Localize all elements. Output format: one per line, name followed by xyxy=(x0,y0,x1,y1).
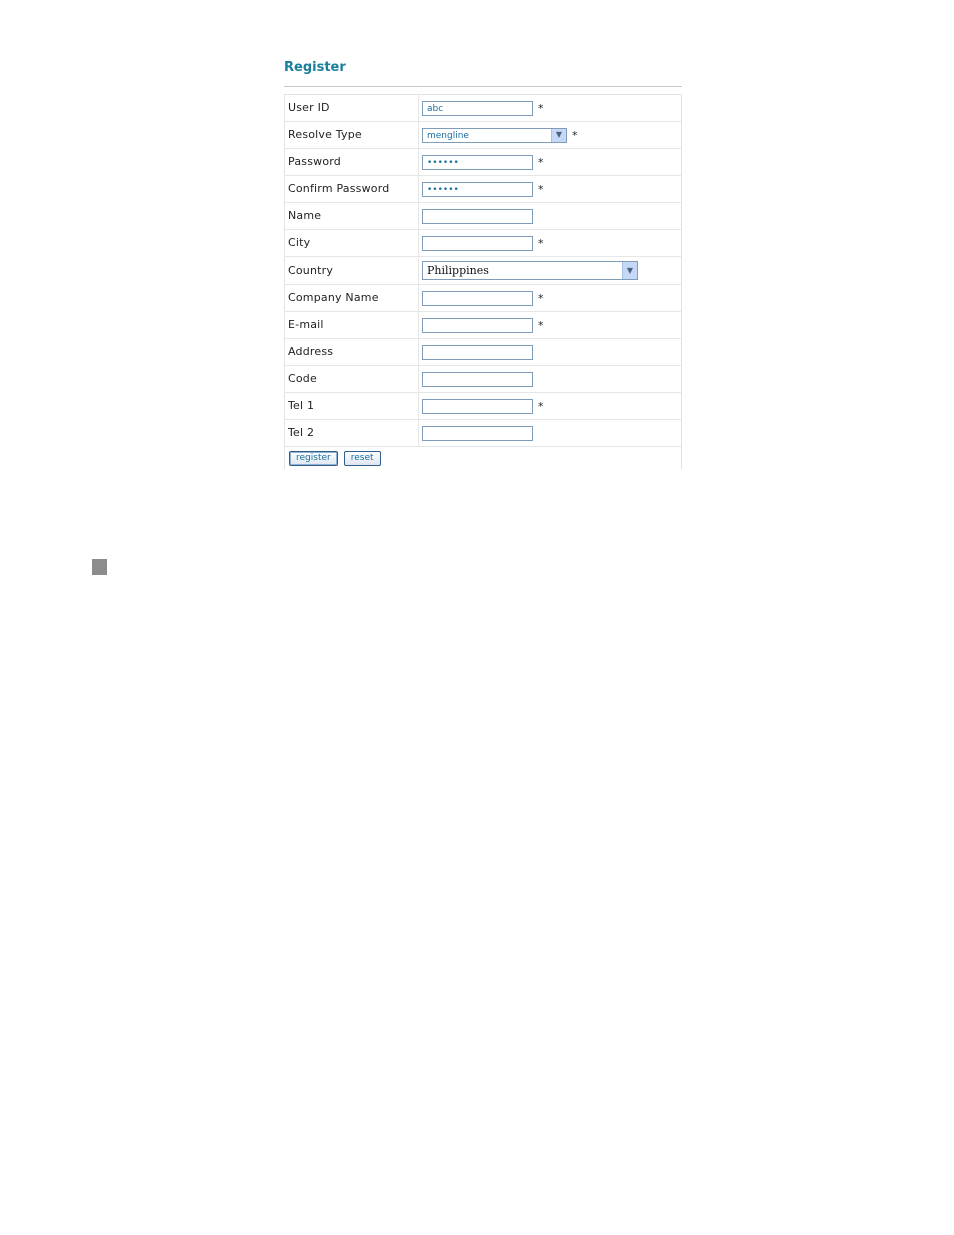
tel2-label: Tel 2 xyxy=(285,420,419,446)
required-mark: * xyxy=(538,101,544,115)
address-label: Address xyxy=(285,339,419,365)
code-input[interactable] xyxy=(422,371,533,387)
user-id-label: User ID xyxy=(285,95,419,121)
required-mark: * xyxy=(538,318,544,332)
tel2-input[interactable] xyxy=(422,425,533,441)
country-value: Philippines xyxy=(427,264,489,277)
resolve-type-label: Resolve Type xyxy=(285,122,419,148)
company-name-label: Company Name xyxy=(285,285,419,311)
required-mark: * xyxy=(538,155,544,169)
row-city: City * xyxy=(285,230,681,257)
code-label: Code xyxy=(285,366,419,392)
user-id-input[interactable]: abc xyxy=(422,100,533,116)
country-label: Country xyxy=(285,257,419,284)
country-select[interactable]: Philippines ▼ xyxy=(422,261,638,280)
required-mark: * xyxy=(538,182,544,196)
register-button[interactable]: register xyxy=(289,450,338,466)
row-country: Country Philippines ▼ xyxy=(285,257,681,285)
register-panel: Register User ID abc * Resolve Type meng… xyxy=(284,58,682,469)
row-address: Address xyxy=(285,339,681,366)
tel1-input[interactable] xyxy=(422,398,533,414)
row-tel1: Tel 1 * xyxy=(285,393,681,420)
required-mark: * xyxy=(538,291,544,305)
name-input[interactable] xyxy=(422,208,533,224)
confirm-password-label: Confirm Password xyxy=(285,176,419,202)
email-label: E-mail xyxy=(285,312,419,338)
resolve-type-value: mengline xyxy=(427,130,469,141)
password-label: Password xyxy=(285,149,419,175)
email-input[interactable] xyxy=(422,317,533,333)
required-mark: * xyxy=(538,236,544,250)
row-password: Password •••••• * xyxy=(285,149,681,176)
reset-button[interactable]: reset xyxy=(343,450,381,466)
confirm-password-input[interactable]: •••••• xyxy=(422,181,533,197)
button-row: register reset xyxy=(285,447,681,469)
tel1-label: Tel 1 xyxy=(285,393,419,419)
city-label: City xyxy=(285,230,419,256)
row-email: E-mail * xyxy=(285,312,681,339)
row-company-name: Company Name * xyxy=(285,285,681,312)
resolve-type-select[interactable]: mengline ▼ xyxy=(422,127,567,143)
company-name-input[interactable] xyxy=(422,290,533,306)
chevron-down-icon[interactable]: ▼ xyxy=(622,262,637,279)
page-title: Register xyxy=(284,58,682,87)
row-code: Code xyxy=(285,366,681,393)
register-form: User ID abc * Resolve Type mengline ▼ * … xyxy=(284,94,682,469)
row-tel2: Tel 2 xyxy=(285,420,681,447)
chevron-down-icon[interactable]: ▼ xyxy=(551,128,566,142)
city-input[interactable] xyxy=(422,235,533,251)
address-input[interactable] xyxy=(422,344,533,360)
row-confirm-password: Confirm Password •••••• * xyxy=(285,176,681,203)
required-mark: * xyxy=(572,128,578,142)
square-bullet-icon xyxy=(92,559,107,575)
row-user-id: User ID abc * xyxy=(285,95,681,122)
required-mark: * xyxy=(538,399,544,413)
password-input[interactable]: •••••• xyxy=(422,154,533,170)
row-resolve-type: Resolve Type mengline ▼ * xyxy=(285,122,681,149)
name-label: Name xyxy=(285,203,419,229)
row-name: Name xyxy=(285,203,681,230)
